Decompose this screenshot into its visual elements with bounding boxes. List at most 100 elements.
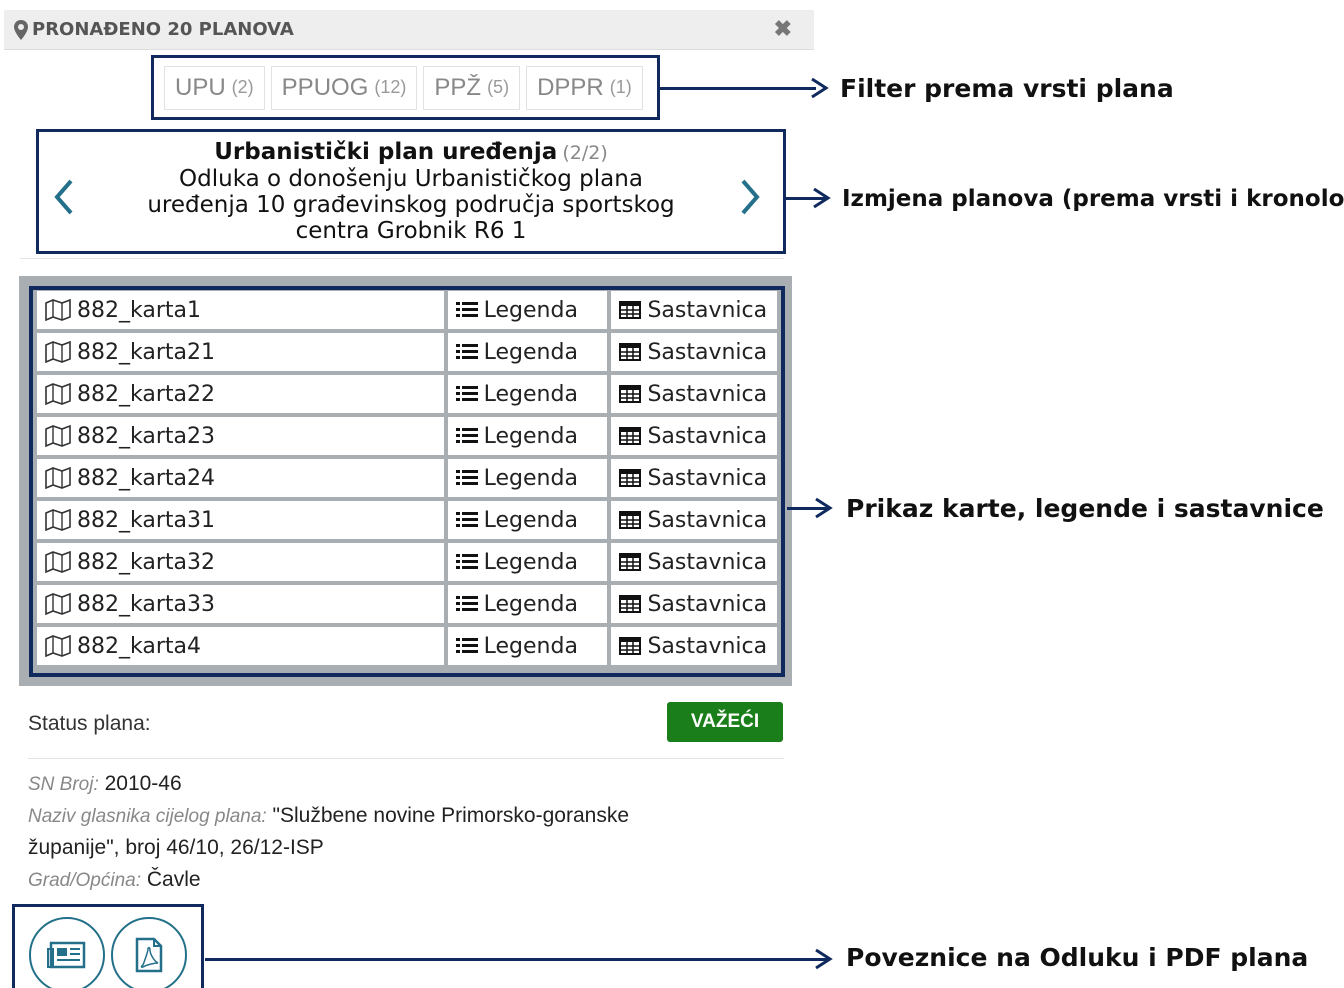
map-cell[interactable]: 882_karta33: [37, 585, 444, 623]
arrow-right-icon: [815, 497, 833, 519]
legend-cell[interactable]: Legenda: [447, 543, 608, 581]
map-icon: [45, 383, 71, 405]
map-icon: [45, 635, 71, 657]
map-name: 882_karta31: [77, 507, 215, 533]
table-icon: [619, 301, 642, 319]
sastavnica-label: Sastavnica: [647, 423, 768, 449]
legend-label: Legenda: [483, 423, 578, 449]
sastavnica-link[interactable]: Sastavnica: [619, 508, 769, 533]
map-cell[interactable]: 882_karta1: [37, 291, 444, 329]
table-icon: [619, 385, 642, 403]
map-row: 882_karta31 Legenda Sastavnica: [37, 501, 777, 539]
maps-table-frame: 882_karta1 Legenda Sastavnica 882_karta21 Le…: [29, 286, 785, 677]
sastavnica-link[interactable]: Sastavnica: [619, 634, 769, 659]
sastavnica-cell[interactable]: Sastavnica: [611, 543, 777, 581]
plan-title-row: Urbanistički plan uređenja (2/2): [99, 138, 723, 166]
map-link[interactable]: 882_karta22: [45, 382, 436, 407]
legend-cell[interactable]: Legenda: [447, 291, 608, 329]
legend-link[interactable]: Legenda: [455, 423, 600, 449]
sastavnica-cell[interactable]: Sastavnica: [611, 459, 777, 497]
filter-tab-ppuog[interactable]: PPUOG (12): [270, 65, 418, 110]
sastavnica-cell[interactable]: Sastavnica: [611, 375, 777, 413]
sastavnica-cell[interactable]: Sastavnica: [611, 627, 777, 665]
legend-cell[interactable]: Legenda: [447, 585, 608, 623]
legend-link[interactable]: Legenda: [455, 633, 600, 659]
sastavnica-link[interactable]: Sastavnica: [619, 466, 769, 491]
sastavnica-link[interactable]: Sastavnica: [619, 550, 769, 575]
decision-button[interactable]: [29, 917, 105, 988]
sastavnica-cell[interactable]: Sastavnica: [611, 291, 777, 329]
legend-link[interactable]: Legenda: [455, 298, 600, 323]
map-link[interactable]: 882_karta1: [45, 298, 436, 323]
table-icon: [619, 553, 642, 571]
legend-link[interactable]: Legenda: [455, 466, 600, 491]
legend-link[interactable]: Legenda: [455, 592, 600, 617]
legend-link[interactable]: Legenda: [455, 382, 600, 407]
map-link[interactable]: 882_karta24: [45, 466, 436, 491]
legend-link[interactable]: Legenda: [455, 550, 600, 575]
legend-link[interactable]: Legenda: [455, 340, 600, 365]
legend-cell[interactable]: Legenda: [447, 459, 608, 497]
plan-index: (2/2): [562, 142, 608, 164]
map-cell[interactable]: 882_karta32: [37, 543, 444, 581]
map-link[interactable]: 882_karta4: [45, 634, 436, 659]
map-cell[interactable]: 882_karta23: [37, 417, 444, 455]
sastavnica-cell[interactable]: Sastavnica: [611, 585, 777, 623]
plan-description-line: uređenja 10 građevinskog područja sports…: [147, 192, 675, 218]
filter-count: (12): [374, 77, 407, 97]
legend-label: Legenda: [483, 507, 578, 533]
filter-tab-dppr[interactable]: DPPR (1): [526, 65, 643, 110]
map-cell[interactable]: 882_karta24: [37, 459, 444, 497]
close-icon[interactable]: ✖: [774, 16, 792, 42]
sastavnica-link[interactable]: Sastavnica: [619, 298, 769, 323]
map-link[interactable]: 882_karta21: [45, 340, 436, 365]
annotation-izmjena: Izmjena planova (prema vrsti i kronološk…: [842, 186, 1344, 212]
sastavnica-link[interactable]: Sastavnica: [619, 592, 769, 617]
municipality-row: Grad/Općina: Čavle: [28, 864, 201, 897]
legend-cell[interactable]: Legenda: [447, 417, 608, 455]
map-link[interactable]: 882_karta32: [45, 550, 436, 575]
map-cell[interactable]: 882_karta4: [37, 627, 444, 665]
map-icon: [45, 425, 71, 447]
legend-link[interactable]: Legenda: [455, 507, 600, 533]
filter-tab-ppz[interactable]: PPŽ (5): [423, 65, 521, 110]
chevron-left-icon[interactable]: [49, 177, 79, 217]
sastavnica-label: Sastavnica: [647, 549, 768, 575]
map-row: 882_karta22 Legenda Sastavnica: [37, 375, 777, 413]
sastavnica-link[interactable]: Sastavnica: [619, 340, 769, 365]
sastavnica-cell[interactable]: Sastavnica: [611, 417, 777, 455]
legend-cell[interactable]: Legenda: [447, 627, 608, 665]
list-icon: [455, 344, 478, 359]
legend-cell[interactable]: Legenda: [447, 333, 608, 371]
chevron-right-icon[interactable]: [735, 177, 765, 217]
map-name: 882_karta23: [77, 423, 215, 449]
map-link[interactable]: 882_karta23: [45, 424, 436, 449]
filter-label: UPU: [175, 73, 226, 101]
sastavnica-label: Sastavnica: [647, 297, 768, 323]
arrow-right-icon: [813, 187, 831, 209]
sastavnica-label: Sastavnica: [647, 633, 768, 659]
legend-cell[interactable]: Legenda: [447, 501, 608, 539]
sastavnica-link[interactable]: Sastavnica: [619, 382, 769, 407]
map-link[interactable]: 882_karta33: [45, 592, 436, 617]
sastavnica-cell[interactable]: Sastavnica: [611, 333, 777, 371]
map-link[interactable]: 882_karta31: [45, 508, 436, 533]
legend-cell[interactable]: Legenda: [447, 375, 608, 413]
map-cell[interactable]: 882_karta21: [37, 333, 444, 371]
map-row: 882_karta21 Legenda Sastavnica: [37, 333, 777, 371]
map-cell[interactable]: 882_karta31: [37, 501, 444, 539]
pdf-button[interactable]: [111, 917, 187, 988]
filter-label: DPPR: [537, 73, 604, 101]
arrow-right-icon: [815, 948, 833, 970]
plan-title: Urbanistički plan uređenja: [214, 139, 558, 165]
sastavnica-link[interactable]: Sastavnica: [619, 424, 769, 449]
map-cell[interactable]: 882_karta22: [37, 375, 444, 413]
status-badge: VAŽEĆI: [667, 702, 783, 742]
legend-label: Legenda: [483, 633, 578, 659]
map-marker-icon: [14, 19, 28, 40]
map-icon: [45, 467, 71, 489]
sastavnica-cell[interactable]: Sastavnica: [611, 501, 777, 539]
filter-tab-upu[interactable]: UPU (2): [164, 65, 265, 110]
map-name: 882_karta1: [77, 297, 201, 323]
arrow-right-icon: [811, 77, 829, 99]
